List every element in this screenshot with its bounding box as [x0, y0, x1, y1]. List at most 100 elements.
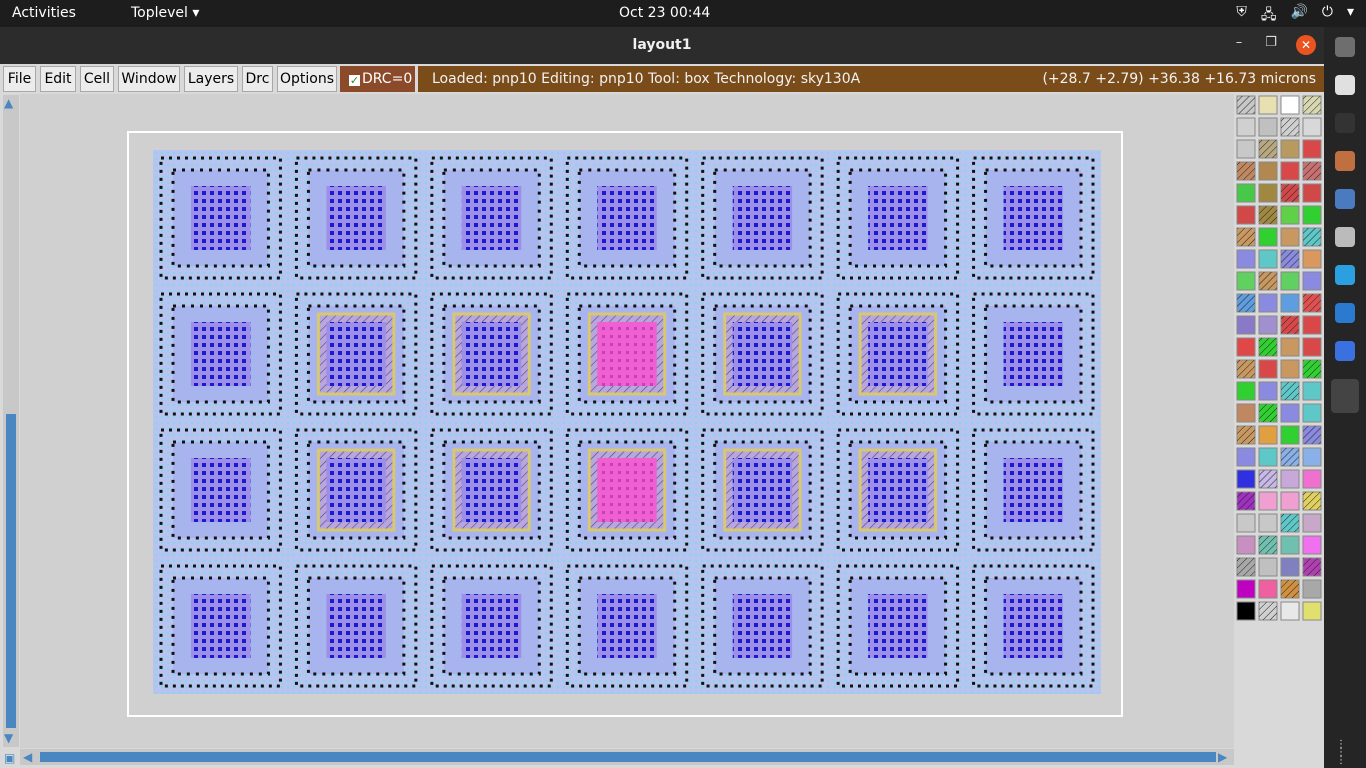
emitter-core: [732, 322, 793, 386]
status-bar: Loaded: pnp10 Editing: pnp10 Tool: box T…: [418, 66, 1324, 92]
scroll-down-arrow-icon[interactable]: ▼: [4, 731, 13, 745]
layer-swatch: [1280, 271, 1300, 291]
layer-swatch: [1280, 601, 1300, 621]
emitter-core: [868, 186, 928, 250]
transistor-cell: [294, 564, 418, 688]
terminal-icon[interactable]: [1335, 113, 1355, 133]
transistor-cell: [159, 564, 282, 688]
layer-swatch: [1236, 557, 1256, 577]
menu-cell[interactable]: Cell: [80, 66, 114, 92]
emitter-core: [191, 186, 251, 250]
chrome-icon[interactable]: [1335, 75, 1355, 95]
emitter-core: [1003, 186, 1063, 250]
scroll-right-arrow-icon[interactable]: ▶: [1218, 750, 1227, 764]
layer-swatch: [1302, 491, 1322, 511]
cursor-coordinates: (+28.7 +2.79) +36.38 +16.73 microns: [1042, 71, 1316, 87]
layer-swatch: [1258, 469, 1278, 489]
vertical-scroll-thumb[interactable]: [6, 414, 16, 728]
layer-swatch: [1280, 513, 1300, 533]
layer-swatch: [1302, 403, 1322, 423]
layer-swatch: [1302, 249, 1322, 269]
settings-icon[interactable]: [1335, 227, 1355, 247]
app-menu[interactable]: Toplevel ▾: [131, 5, 199, 21]
emitter-core: [461, 594, 522, 658]
layer-swatch: [1280, 293, 1300, 313]
layer-swatch: [1302, 139, 1322, 159]
emitter-core: [461, 322, 522, 386]
check-icon: ✓: [349, 74, 360, 87]
layer-swatch: [1236, 425, 1256, 445]
window-icon[interactable]: [1331, 379, 1359, 413]
menu-drc[interactable]: Drc: [242, 66, 273, 92]
transistor-cell: [565, 292, 689, 416]
drc-toggle[interactable]: ✓ DRC=0: [340, 66, 415, 92]
system-tray[interactable]: ⛨ 🖧 🔊 ⏻ ▾: [1236, 4, 1354, 28]
activities-button[interactable]: Activities: [12, 5, 76, 21]
window-title: layout1: [632, 37, 692, 53]
layer-swatch: [1280, 381, 1300, 401]
layer-swatch: [1258, 205, 1278, 225]
menu-edit[interactable]: Edit: [40, 66, 76, 92]
emitter-core: [1003, 322, 1063, 386]
menu-window[interactable]: Window: [118, 66, 180, 92]
layer-swatch: [1236, 117, 1256, 137]
menu-layers[interactable]: Layers: [184, 66, 238, 92]
telegram-icon[interactable]: [1335, 265, 1355, 285]
vscode-icon[interactable]: [1335, 303, 1355, 323]
layer-swatch: [1236, 227, 1256, 247]
layer-swatch: [1236, 469, 1256, 489]
zoom-box-icon[interactable]: ▣: [4, 751, 15, 765]
minimize-button[interactable]: –: [1228, 35, 1250, 55]
close-button[interactable]: ✕: [1296, 35, 1316, 55]
editor-icon[interactable]: [1335, 189, 1355, 209]
layer-swatch: [1280, 249, 1300, 269]
layer-swatch: [1258, 381, 1278, 401]
transistor-cell: [701, 428, 824, 552]
volume-icon[interactable]: 🔊: [1290, 4, 1307, 28]
screenshot-icon[interactable]: [1335, 341, 1355, 361]
layer-swatch: [1236, 513, 1256, 533]
layer-swatch: [1236, 403, 1256, 423]
scroll-left-arrow-icon[interactable]: ◀: [23, 750, 32, 764]
chevron-down-icon: ▾: [192, 5, 200, 21]
layer-swatch: [1258, 139, 1278, 159]
menu-file[interactable]: File: [3, 66, 36, 92]
layer-swatch: [1302, 601, 1322, 621]
drc-count: DRC=0: [362, 71, 413, 87]
layer-palette[interactable]: [1236, 95, 1324, 625]
layer-swatch: [1258, 579, 1278, 599]
shield-icon[interactable]: ⛨: [1236, 4, 1247, 28]
layer-swatch: [1302, 469, 1322, 489]
layer-swatch: [1258, 337, 1278, 357]
app-icon[interactable]: [1335, 151, 1355, 171]
show-apps-icon[interactable]: ⋮⋮⋮: [1336, 740, 1354, 766]
files-icon[interactable]: [1335, 37, 1355, 57]
layer-swatch: [1258, 359, 1278, 379]
layer-swatch: [1258, 161, 1278, 181]
layer-swatch: [1236, 337, 1256, 357]
transistor-cell: [294, 428, 418, 552]
layer-swatch: [1302, 117, 1322, 137]
tray-menu-chevron-icon[interactable]: ▾: [1347, 4, 1354, 28]
layer-swatch: [1280, 139, 1300, 159]
layer-swatch: [1302, 557, 1322, 577]
emitter-core: [732, 186, 793, 250]
layer-swatch: [1280, 447, 1300, 467]
menu-options[interactable]: Options: [277, 66, 337, 92]
pnp-array-layout[interactable]: [153, 150, 1101, 694]
transistor-cell: [836, 292, 960, 416]
layer-swatch: [1302, 161, 1322, 181]
layer-swatch: [1280, 183, 1300, 203]
transistor-cell: [159, 292, 282, 416]
maximize-button[interactable]: ❐: [1260, 35, 1282, 55]
network-icon[interactable]: 🖧: [1261, 4, 1277, 28]
scroll-up-arrow-icon[interactable]: ▲: [4, 96, 13, 110]
layer-swatch: [1258, 425, 1278, 445]
horizontal-scroll-thumb[interactable]: [40, 752, 1216, 762]
layer-swatch: [1236, 161, 1256, 181]
clock[interactable]: Oct 23 00:44: [619, 5, 710, 21]
power-icon[interactable]: ⏻: [1322, 4, 1333, 28]
layer-swatch: [1280, 95, 1300, 115]
layer-swatch: [1258, 535, 1278, 555]
transistor-cell: [565, 564, 689, 688]
